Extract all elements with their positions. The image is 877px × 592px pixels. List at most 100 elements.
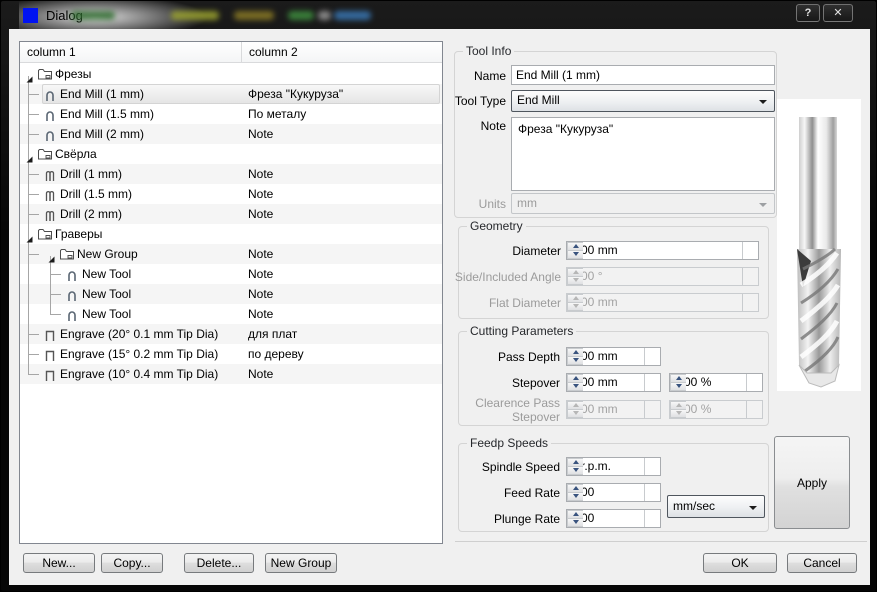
tree-item-note: Note [248, 247, 274, 261]
spin-up-button[interactable] [567, 458, 583, 467]
folder-icon [37, 147, 53, 162]
tree-row[interactable]: End Mill (1.5 mm) По металу [20, 104, 442, 124]
spin-up-button[interactable] [567, 348, 583, 357]
help-button[interactable]: ? [796, 4, 820, 22]
folder-icon [59, 247, 75, 262]
tree-item-note: Note [248, 307, 274, 321]
tree-row[interactable]: End Mill (1 mm) Фреза "Кукуруза" [20, 84, 442, 104]
copy-button[interactable]: Copy... [101, 553, 163, 573]
spin-down-button[interactable] [670, 382, 686, 391]
titlebar[interactable]: Dialog ? ✕ [1, 1, 876, 35]
arrow-down-icon [572, 468, 579, 473]
expander-icon[interactable] [47, 250, 56, 263]
tree-item-note: Note [248, 187, 274, 201]
tool-tree[interactable]: column 1 column 2 Фрезы End Mill (1 mm) Фр… [19, 41, 443, 544]
spinbox-buttons [742, 242, 758, 259]
tree-item-label: New Group [77, 247, 138, 261]
spin-up-button[interactable] [567, 510, 583, 519]
tool-type-combobox[interactable]: End Mill [511, 90, 775, 112]
spin-up-button[interactable] [567, 374, 583, 383]
cutting-spinbox: 0,00 mm [566, 400, 661, 419]
endmill-icon [64, 307, 80, 322]
tree-header-column2[interactable]: column 2 [241, 42, 442, 63]
spinbox-buttons [746, 374, 762, 391]
tree-item-label: Граверы [55, 227, 103, 241]
tree-row[interactable]: New Tool Note [20, 264, 442, 284]
geometry-spinbox: 0,00 ° [566, 267, 759, 286]
spin-down-button[interactable] [567, 356, 583, 365]
spinbox-buttons [644, 458, 660, 475]
tree-item-note: Note [248, 167, 274, 181]
name-input[interactable]: End Mill (1 mm) [511, 65, 775, 85]
note-textarea[interactable]: Фреза "Кукуруза" [511, 117, 775, 191]
close-button[interactable]: ✕ [823, 4, 853, 22]
units-combobox[interactable]: mm [511, 193, 775, 214]
cutting-field-label: Stepover [511, 410, 560, 424]
tree-row[interactable]: Фрезы [20, 64, 442, 84]
feeds-spinbox[interactable]: 0 r.p.m. [566, 457, 661, 476]
tree-row[interactable]: New Tool Note [20, 284, 442, 304]
cutting-percent-spinbox[interactable]: 0,00 % [669, 373, 763, 392]
cutting-spinbox[interactable]: 0,00 mm [566, 347, 661, 366]
arrow-up-icon [572, 296, 579, 301]
spin-up-button[interactable] [670, 374, 686, 383]
expander-icon[interactable] [25, 70, 34, 83]
spin-up-button[interactable] [567, 484, 583, 493]
tree-row[interactable]: Engrave (10° 0.4 mm Tip Dia) Note [20, 364, 442, 384]
geometry-title: Geometry [467, 219, 526, 233]
cutting-spinbox[interactable]: 0,00 mm [566, 373, 661, 392]
tree-item-label: Drill (2 mm) [60, 207, 122, 221]
dialog-client-area: column 1 column 2 Фрезы End Mill (1 mm) Фр… [9, 29, 870, 585]
tree-row[interactable]: New Group Note [20, 244, 442, 264]
feed-units-combobox[interactable]: mm/sec [667, 495, 765, 518]
titlebar-artifact [234, 11, 274, 20]
tree-row[interactable]: Drill (1 mm) Note [20, 164, 442, 184]
spin-down-button[interactable] [567, 466, 583, 475]
geometry-spinbox[interactable]: 1,00 mm [566, 241, 759, 260]
titlebar-artifact [318, 11, 331, 20]
delete-button[interactable]: Delete... [184, 553, 254, 573]
spin-down-button[interactable] [567, 250, 583, 259]
tree-row[interactable]: Engrave (20° 0.1 mm Tip Dia) для плат [20, 324, 442, 344]
new-group-button[interactable]: New Group [265, 553, 337, 573]
arrow-down-icon [572, 278, 579, 283]
tree-row[interactable]: Граверы [20, 224, 442, 244]
endmill-icon [42, 127, 58, 142]
spin-down-button[interactable] [567, 518, 583, 527]
feeds-spinbox[interactable]: 0,00 [566, 509, 661, 528]
arrow-down-icon [572, 252, 579, 257]
folder-icon [37, 67, 53, 82]
feed-units-value: mm/sec [673, 499, 715, 513]
cancel-button[interactable]: Cancel [787, 553, 857, 573]
endmill-icon [42, 87, 58, 102]
cutting-parameters-title: Cutting Parameters [467, 324, 577, 338]
spin-down-button [670, 409, 686, 418]
tree-row[interactable]: Drill (2 mm) Note [20, 204, 442, 224]
spin-down-button[interactable] [567, 492, 583, 501]
tree-row[interactable]: Свёрла [20, 144, 442, 164]
tree-row[interactable]: Drill (1.5 mm) Note [20, 184, 442, 204]
apply-button[interactable]: Apply [774, 436, 850, 529]
expander-icon[interactable] [25, 230, 34, 243]
tree-row[interactable]: Engrave (15° 0.2 mm Tip Dia) по дереву [20, 344, 442, 364]
tree-branch-line [28, 174, 39, 175]
new-button[interactable]: New... [23, 553, 95, 573]
tree-branch-line [50, 294, 61, 295]
arrow-down-icon [572, 520, 579, 525]
ok-button[interactable]: OK [703, 553, 777, 573]
tree-branch-line [50, 304, 51, 314]
tree-item-label: New Tool [82, 307, 132, 321]
titlebar-artifact [171, 11, 219, 20]
spin-down-button [567, 409, 583, 418]
feeds-spinbox[interactable]: 0,00 [566, 483, 661, 502]
separator-line [455, 541, 867, 542]
expander-icon[interactable] [25, 150, 34, 163]
tree-header-column1[interactable]: column 1 [20, 42, 241, 63]
tool-info-title: Tool Info [463, 44, 515, 58]
engrave-icon [42, 347, 58, 362]
spin-down-button[interactable] [567, 382, 583, 391]
tree-row[interactable]: End Mill (2 mm) Note [20, 124, 442, 144]
spinbox-buttons [644, 374, 660, 391]
spin-up-button[interactable] [567, 242, 583, 251]
tree-row[interactable]: New Tool Note [20, 304, 442, 324]
